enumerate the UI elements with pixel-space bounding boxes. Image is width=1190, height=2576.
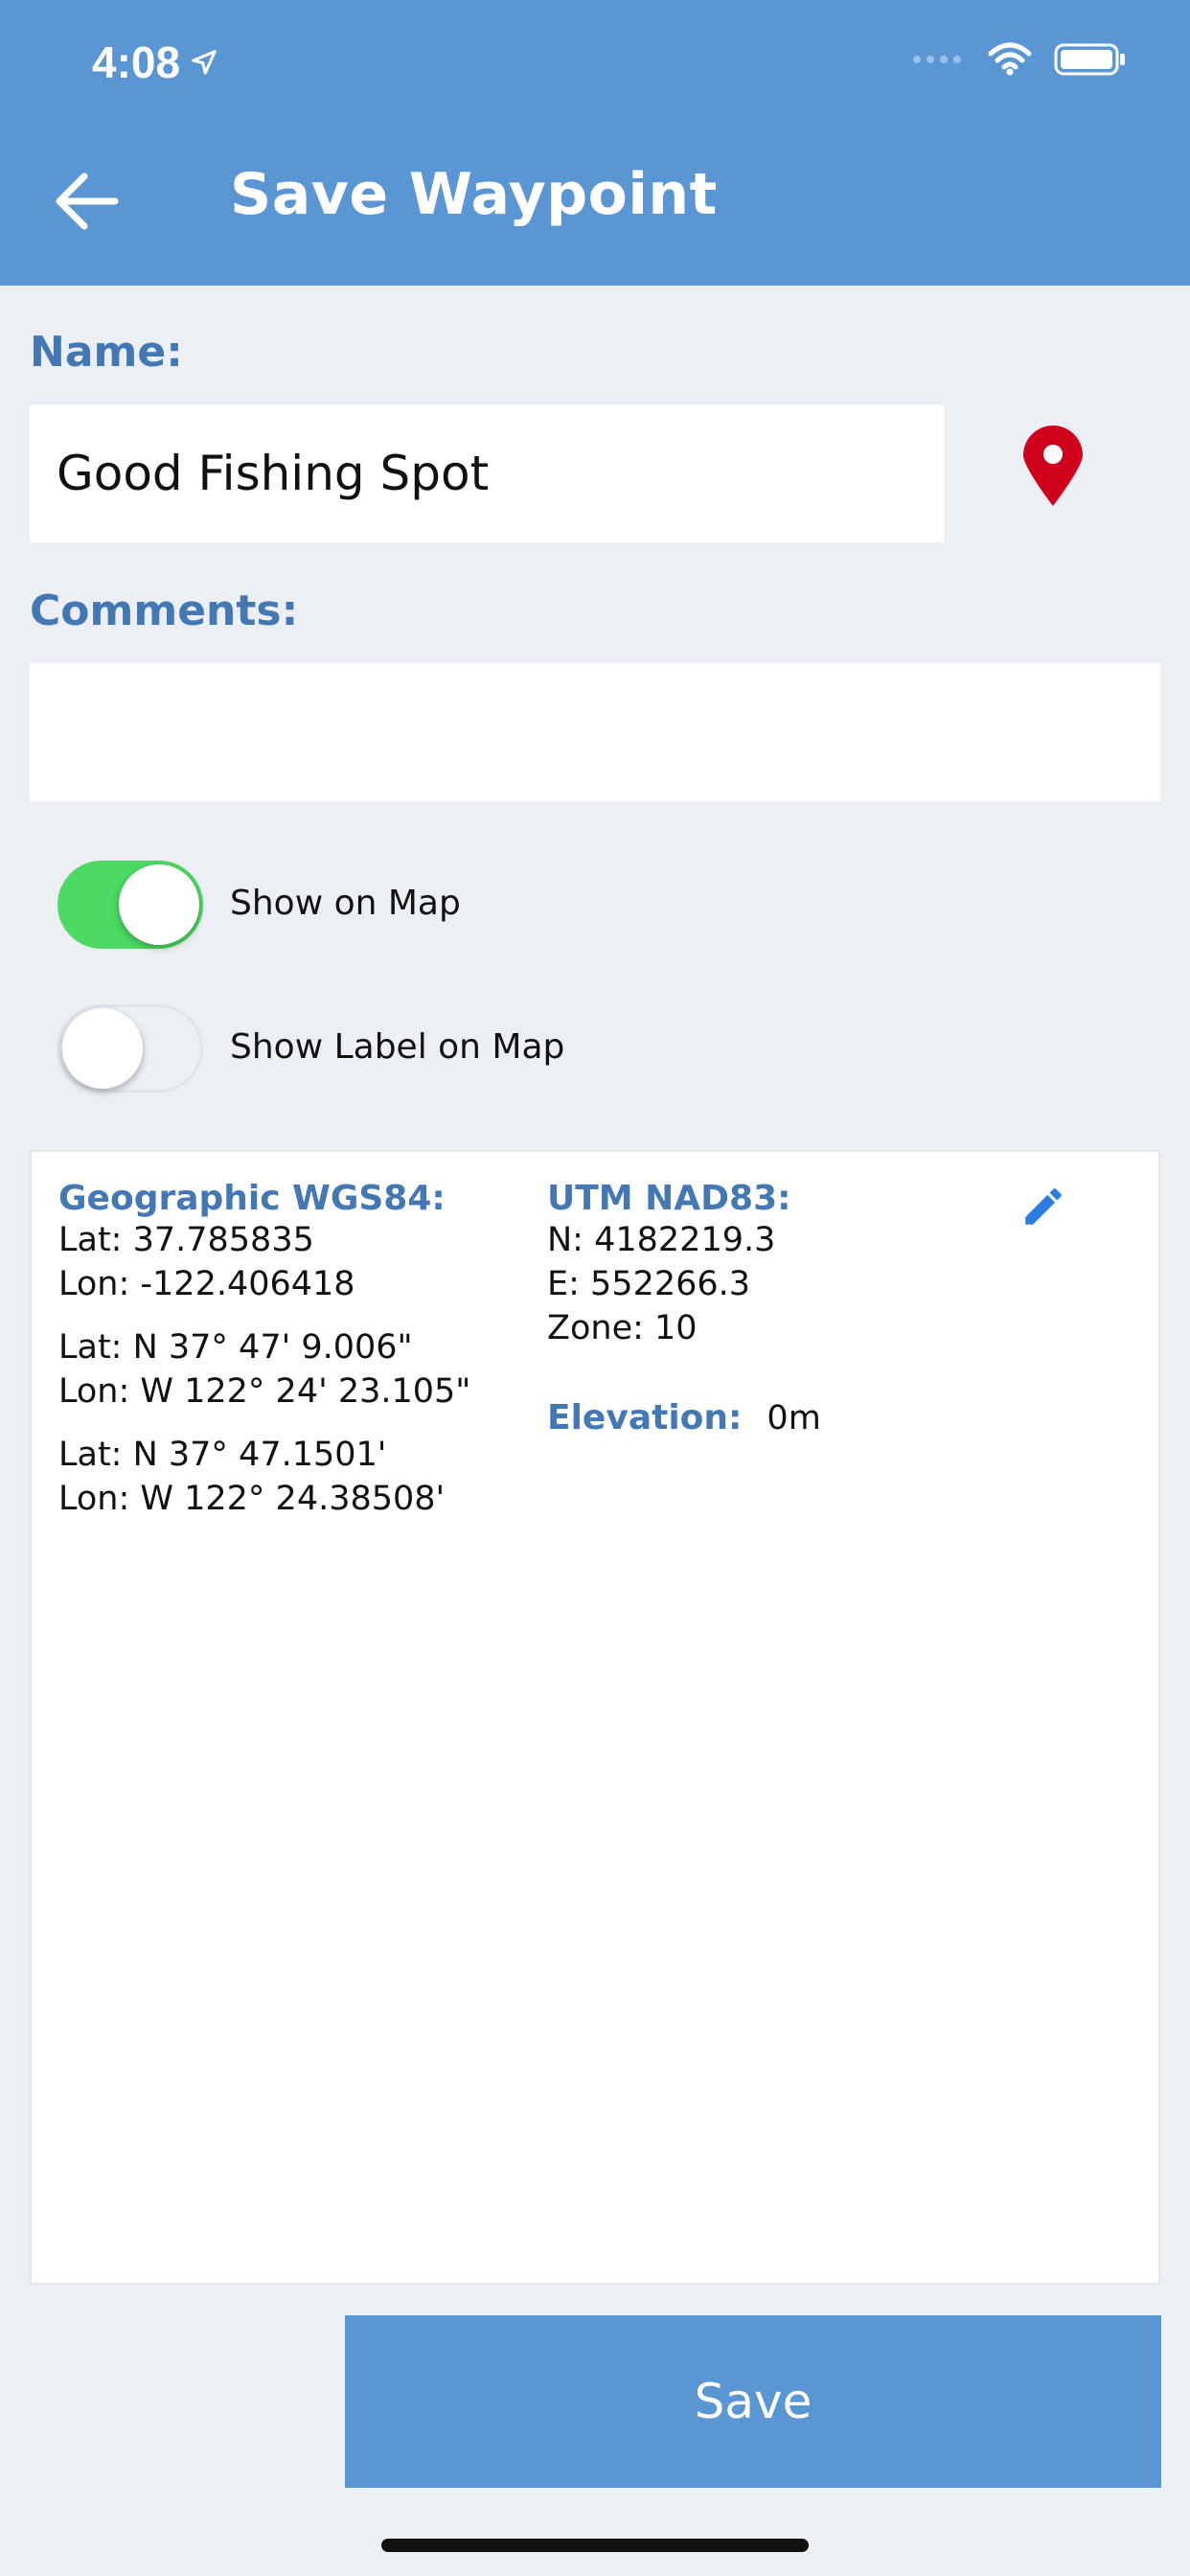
lat-dms: Lat: N 37° 47' 9.006" — [58, 1328, 413, 1367]
cellular-signal-icon — [913, 56, 961, 63]
home-indicator — [381, 2539, 809, 2552]
name-label: Name: — [30, 328, 183, 377]
comments-input[interactable] — [30, 663, 1160, 801]
arrow-left-icon — [56, 172, 119, 230]
coordinates-card: Geographic WGS84: Lat: 37.785835 Lon: -1… — [30, 1150, 1160, 2285]
elevation-label: Elevation: — [547, 1398, 743, 1438]
utm-heading: UTM NAD83: — [547, 1179, 791, 1218]
lon-dm: Lon: W 122° 24.38508' — [58, 1480, 446, 1518]
name-input[interactable] — [30, 404, 944, 542]
toggle-knob — [62, 1008, 143, 1089]
page-title: Save Waypoint — [230, 161, 718, 228]
show-on-map-toggle[interactable] — [57, 861, 203, 949]
show-label-on-map-toggle[interactable] — [57, 1004, 203, 1092]
map-pin-button[interactable] — [1021, 426, 1085, 508]
lat-decimal: Lat: 37.785835 — [58, 1221, 314, 1259]
utm-column: UTM NAD83: N: 4182219.3 E: 552266.3 Zone… — [547, 1179, 821, 1440]
toggle-knob — [119, 864, 199, 945]
geographic-column: Geographic WGS84: Lat: 37.785835 Lon: -1… — [58, 1179, 470, 1521]
location-arrow-icon — [192, 50, 217, 75]
status-bar-time: 4:08 — [92, 36, 218, 88]
lon-decimal: Lon: -122.406418 — [58, 1265, 355, 1303]
battery-icon — [1054, 43, 1125, 76]
utm-northing: N: 4182219.3 — [547, 1221, 776, 1259]
wifi-icon — [988, 42, 1032, 76]
show-label-on-map-label: Show Label on Map — [230, 1027, 565, 1067]
lat-dm: Lat: N 37° 47.1501' — [58, 1436, 387, 1474]
geographic-heading: Geographic WGS84: — [58, 1179, 446, 1218]
status-bar-icons — [912, 42, 1127, 77]
lon-dms: Lon: W 122° 24' 23.105" — [58, 1372, 471, 1411]
elevation-value: 0m — [767, 1399, 821, 1438]
edit-coordinates-button[interactable] — [1019, 1183, 1067, 1230]
save-button[interactable]: Save — [345, 2315, 1161, 2488]
back-button[interactable] — [52, 171, 121, 232]
utm-zone: Zone: 10 — [547, 1309, 698, 1347]
pencil-icon — [1025, 1188, 1062, 1225]
status-time-text: 4:08 — [92, 37, 181, 87]
utm-easting: E: 552266.3 — [547, 1265, 751, 1303]
app-header: 4:08 Save Waypoint — [0, 0, 1190, 286]
elevation-row: Elevation: 0m — [547, 1396, 821, 1440]
comments-label: Comments: — [30, 586, 299, 635]
map-pin-icon — [1023, 426, 1083, 506]
show-on-map-label: Show on Map — [230, 884, 461, 923]
